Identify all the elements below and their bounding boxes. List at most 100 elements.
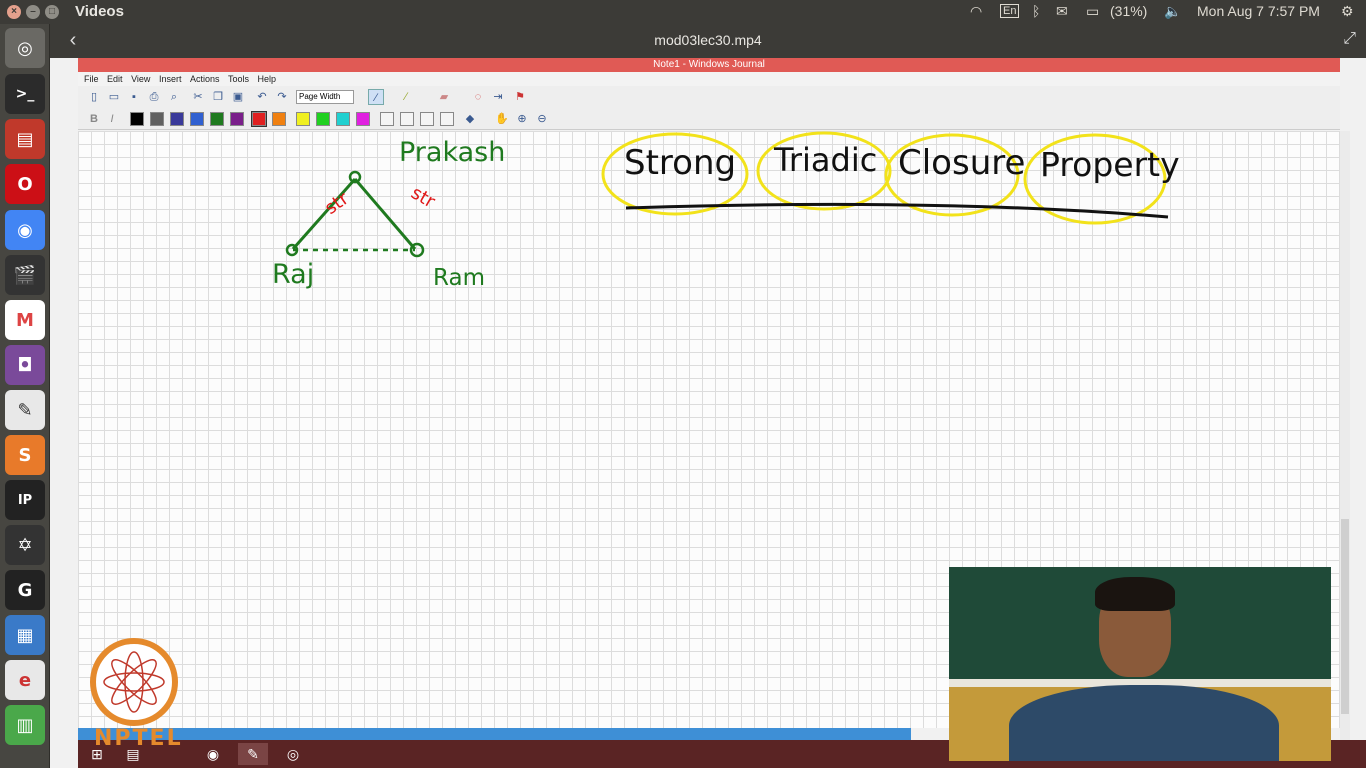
- top-panel: × – □ Videos ◠ En ᛒ ✉ ▭ (31%) 🔈 Mon Aug …: [0, 0, 1366, 24]
- opera-icon[interactable]: O: [5, 164, 45, 204]
- italic-icon[interactable]: I: [104, 111, 120, 127]
- firefox-icon[interactable]: ◉: [198, 743, 228, 765]
- launcher: ◎ >_ ▤ O ◉ 🎬 M ◘ ✎ S IP ✡ G ▦ e ▥: [0, 24, 50, 768]
- fullscreen-icon[interactable]: ⤢: [1343, 30, 1356, 48]
- lasso-icon[interactable]: ◌: [470, 89, 486, 105]
- scrollbar-thumb[interactable]: [1341, 519, 1349, 714]
- volume-icon[interactable]: 🔈: [1164, 3, 1181, 20]
- mail-icon[interactable]: ✉: [1056, 3, 1068, 20]
- app-taskbar-icon[interactable]: ◎: [278, 743, 308, 765]
- paste-icon[interactable]: ▣: [230, 89, 246, 105]
- label-ram: Ram: [433, 265, 485, 291]
- color-swatch[interactable]: [272, 112, 286, 126]
- flag-icon[interactable]: ⚑: [512, 89, 528, 105]
- color-swatch[interactable]: [190, 112, 204, 126]
- pan-hand-icon[interactable]: ✋: [494, 111, 510, 127]
- heading-word-property: Property: [1040, 145, 1180, 184]
- close-window-button[interactable]: ×: [7, 5, 21, 19]
- keyboard-layout-indicator[interactable]: En: [1000, 4, 1020, 18]
- journal-toolbar-1: ▯ ▭ ▪ ⎙ ⌕ ✂ ❐ ▣ ↶ ↷ Page Width ∕ ∕ ▰ ◌ ⇥…: [78, 86, 1340, 108]
- bold-icon[interactable]: B: [86, 111, 102, 127]
- eraser-icon[interactable]: ▰: [436, 89, 452, 105]
- battery-percent[interactable]: (31%): [1110, 3, 1147, 19]
- copy-icon[interactable]: ❐: [210, 89, 226, 105]
- edge-prakash-raj: [291, 178, 357, 250]
- app-title: Videos: [75, 3, 124, 20]
- video-frame[interactable]: Note1 - Windows Journal File Edit View I…: [50, 58, 1366, 768]
- color-swatch[interactable]: [230, 112, 244, 126]
- libreoffice-icon[interactable]: ▥: [5, 705, 45, 745]
- insert-space-icon[interactable]: ⇥: [490, 89, 506, 105]
- journal-menu-bar: File Edit View Insert Actions Tools Help: [78, 72, 1340, 86]
- minimize-window-button[interactable]: –: [26, 5, 40, 19]
- menu-actions[interactable]: Actions: [190, 74, 220, 84]
- screen-recorder-icon[interactable]: ◘: [5, 345, 45, 385]
- color-swatch-selected[interactable]: [251, 111, 267, 127]
- undo-icon[interactable]: ↶: [254, 89, 270, 105]
- journal-vertical-scrollbar[interactable]: [1340, 131, 1350, 743]
- pen-icon[interactable]: ∕: [368, 89, 384, 105]
- zoom-select[interactable]: Page Width: [296, 90, 354, 104]
- pen-width-medium[interactable]: [400, 112, 414, 126]
- menu-insert[interactable]: Insert: [159, 74, 182, 84]
- clock[interactable]: Mon Aug 7 7:57 PM: [1197, 3, 1320, 19]
- node-ram: [409, 242, 425, 258]
- cut-icon[interactable]: ✂: [190, 89, 206, 105]
- ipython-icon[interactable]: IP: [5, 480, 45, 520]
- pen-width-thick[interactable]: [420, 112, 434, 126]
- video-header-bar: ‹ mod03lec30.mp4 ⤢: [50, 24, 1366, 58]
- menu-edit[interactable]: Edit: [107, 74, 123, 84]
- sublime-text-icon[interactable]: S: [5, 435, 45, 475]
- video-title: mod03lec30.mp4: [654, 32, 762, 48]
- terminal-icon[interactable]: >_: [5, 74, 45, 114]
- videos-clapper-icon[interactable]: 🎬: [5, 255, 45, 295]
- menu-file[interactable]: File: [84, 74, 99, 84]
- journal-horizontal-scrollbar[interactable]: [78, 728, 911, 740]
- gephi-icon[interactable]: G: [5, 570, 45, 610]
- new-note-icon[interactable]: ▯: [86, 89, 102, 105]
- color-swatch[interactable]: [356, 112, 370, 126]
- color-swatch[interactable]: [150, 112, 164, 126]
- color-swatch[interactable]: [316, 112, 330, 126]
- pen-width-thin[interactable]: [380, 112, 394, 126]
- find-icon[interactable]: ⌕: [166, 89, 182, 105]
- label-prakash: Prakash: [399, 137, 506, 168]
- color-swatch[interactable]: [210, 112, 224, 126]
- start-button-icon[interactable]: ⊞: [82, 743, 112, 765]
- pdf-viewer-icon[interactable]: e: [5, 660, 45, 700]
- journal-toolbar-2: B I ◆ ✋ ⊕ ⊖: [78, 108, 1340, 130]
- journal-taskbar-icon[interactable]: ✎: [238, 743, 268, 765]
- pen-settings-icon[interactable]: ◆: [462, 111, 478, 127]
- network-tool-icon[interactable]: ✡: [5, 525, 45, 565]
- lecturer-webcam: [949, 567, 1331, 761]
- files-icon[interactable]: ▤: [5, 119, 45, 159]
- battery-icon[interactable]: ▭: [1086, 3, 1099, 20]
- save-icon[interactable]: ▪: [126, 89, 142, 105]
- zoom-in-icon[interactable]: ⊕: [514, 111, 530, 127]
- zoom-out-icon[interactable]: ⊖: [534, 111, 550, 127]
- text-editor-icon[interactable]: ✎: [5, 390, 45, 430]
- maximize-window-button[interactable]: □: [45, 5, 59, 19]
- settings-gear-icon[interactable]: ⚙: [1341, 3, 1354, 20]
- menu-tools[interactable]: Tools: [228, 74, 249, 84]
- bluetooth-icon[interactable]: ᛒ: [1032, 3, 1040, 19]
- document-viewer-icon[interactable]: ▦: [5, 615, 45, 655]
- dash-home-icon[interactable]: ◎: [5, 28, 45, 68]
- color-swatch[interactable]: [336, 112, 350, 126]
- print-icon[interactable]: ⎙: [146, 89, 162, 105]
- menu-help[interactable]: Help: [258, 74, 277, 84]
- label-raj: Raj: [272, 259, 315, 290]
- menu-view[interactable]: View: [131, 74, 150, 84]
- explorer-icon[interactable]: ▤: [118, 743, 148, 765]
- chrome-icon[interactable]: ◉: [5, 210, 45, 250]
- highlighter-icon[interactable]: ∕: [398, 89, 414, 105]
- pen-width-bold[interactable]: [440, 112, 454, 126]
- color-swatch[interactable]: [296, 112, 310, 126]
- wifi-icon[interactable]: ◠: [970, 3, 982, 20]
- color-swatch[interactable]: [130, 112, 144, 126]
- heading-word-strong: Strong: [624, 143, 737, 183]
- redo-icon[interactable]: ↷: [274, 89, 290, 105]
- gmail-icon[interactable]: M: [5, 300, 45, 340]
- open-icon[interactable]: ▭: [106, 89, 122, 105]
- color-swatch[interactable]: [170, 112, 184, 126]
